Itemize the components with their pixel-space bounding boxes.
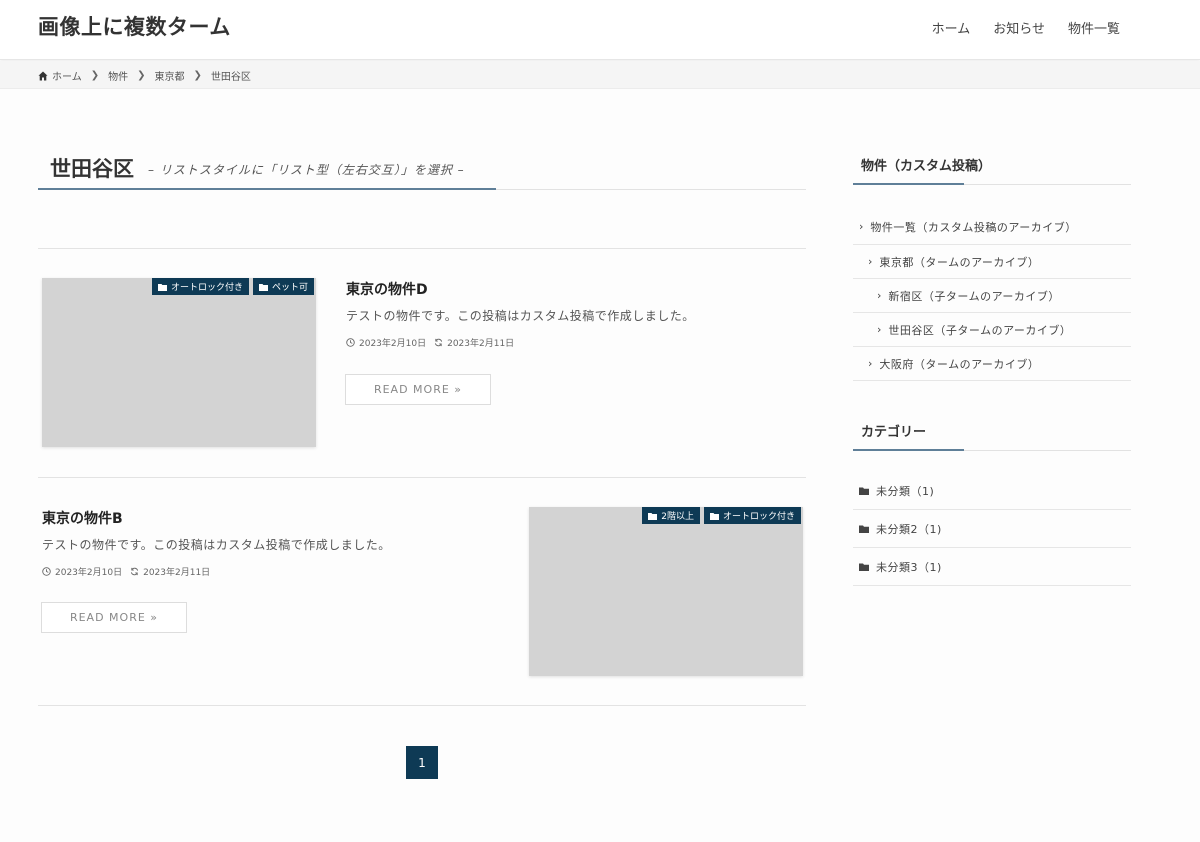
- chevron-right-icon: ›: [868, 357, 873, 370]
- page-subtitle: – リストスタイルに「リスト型（左右交互）」を選択 –: [148, 163, 465, 177]
- page-title: 世田谷区: [50, 157, 134, 181]
- updated-date: 2023年2月11日: [143, 568, 211, 578]
- folder-icon: [157, 283, 167, 291]
- term-tags: オートロック付き ペット可: [151, 278, 314, 295]
- nav-item-news[interactable]: お知らせ: [993, 18, 1045, 37]
- widget-title-properties: 物件（カスタム投稿）: [853, 153, 1131, 185]
- term-tag[interactable]: ペット可: [252, 278, 314, 295]
- sidebar-item-category[interactable]: 未分類3（1): [853, 548, 1131, 586]
- sidebar-item-osaka[interactable]: › 大阪府（タームのアーカイブ）: [853, 347, 1131, 381]
- pagination-current-page[interactable]: 1: [406, 746, 438, 779]
- chevron-right-icon: ❯: [193, 70, 202, 81]
- folder-icon: [859, 525, 869, 533]
- post-title[interactable]: 東京の物件D: [346, 279, 428, 299]
- title-underline: [853, 183, 964, 185]
- updated-date: 2023年2月11日: [447, 339, 515, 349]
- read-more-button[interactable]: READ MORE »: [345, 374, 491, 405]
- post-meta: 2023年2月10日 2023年2月11日: [346, 336, 514, 349]
- term-tag[interactable]: 2階以上: [642, 507, 700, 524]
- post-excerpt: テストの物件です。この投稿はカスタム投稿で作成しました。: [42, 538, 391, 552]
- chevron-right-icon: ›: [859, 220, 864, 233]
- folder-icon: [258, 283, 268, 291]
- folder-icon: [859, 563, 869, 571]
- title-underline: [853, 449, 964, 451]
- chevron-right-icon: ›: [877, 323, 882, 336]
- chevron-right-icon: ›: [868, 255, 873, 268]
- site-title[interactable]: 画像上に複数ターム: [38, 11, 231, 41]
- archive-header: 世田谷区 – リストスタイルに「リスト型（左右交互）」を選択 –: [38, 150, 806, 190]
- global-nav: ホーム お知らせ 物件一覧: [932, 18, 1120, 37]
- breadcrumb-properties[interactable]: 物件: [108, 68, 128, 83]
- chevron-right-icon: ❯: [137, 70, 146, 81]
- folder-icon: [648, 512, 658, 520]
- published-date: 2023年2月10日: [359, 339, 427, 349]
- chevron-right-icon: ›: [877, 289, 882, 302]
- sidebar-item-property-archive[interactable]: › 物件一覧（カスタム投稿のアーカイブ）: [853, 209, 1131, 245]
- post-thumbnail[interactable]: オートロック付き ペット可: [42, 278, 316, 447]
- folder-icon: [859, 487, 869, 495]
- widget-title-categories: カテゴリー: [853, 419, 1131, 451]
- refresh-icon: [435, 338, 443, 347]
- breadcrumb-current: 世田谷区: [210, 72, 251, 83]
- home-icon: [38, 71, 48, 80]
- nav-item-home[interactable]: ホーム: [932, 18, 971, 37]
- sidebar-item-shinjuku[interactable]: › 新宿区（子タームのアーカイブ）: [853, 279, 1131, 313]
- published-date: 2023年2月10日: [55, 568, 123, 578]
- breadcrumb-tokyo[interactable]: 東京都: [154, 68, 184, 83]
- chevron-right-icon: ❯: [90, 70, 100, 81]
- term-tags: 2階以上 オートロック付き: [642, 507, 801, 524]
- post-thumbnail[interactable]: 2階以上 オートロック付き: [529, 507, 803, 676]
- sidebar-item-category[interactable]: 未分類（1): [853, 472, 1131, 510]
- nav-item-properties[interactable]: 物件一覧: [1068, 18, 1120, 37]
- folder-icon: [709, 512, 719, 520]
- refresh-icon: [131, 567, 139, 576]
- sidebar-item-tokyo[interactable]: › 東京都（タームのアーカイブ）: [853, 245, 1131, 279]
- divider: [38, 248, 806, 249]
- term-tag[interactable]: オートロック付き: [151, 278, 249, 295]
- title-underline: [38, 188, 496, 190]
- breadcrumb-home[interactable]: ホーム: [52, 68, 82, 83]
- divider: [38, 477, 806, 478]
- post-meta: 2023年2月10日 2023年2月11日: [42, 565, 210, 578]
- clock-icon: [346, 338, 355, 347]
- sidebar-item-setagaya[interactable]: › 世田谷区（子タームのアーカイブ）: [853, 313, 1131, 347]
- sidebar-item-category[interactable]: 未分類2（1): [853, 510, 1131, 548]
- post-title[interactable]: 東京の物件B: [42, 508, 123, 528]
- site-header: 画像上に複数ターム ホーム お知らせ 物件一覧: [0, 0, 1200, 60]
- breadcrumb: ホーム ❯ 物件 ❯ 東京都 ❯ 世田谷区: [0, 61, 1200, 89]
- read-more-button[interactable]: READ MORE »: [41, 602, 187, 633]
- clock-icon: [42, 567, 51, 576]
- divider: [38, 705, 806, 706]
- post-excerpt: テストの物件です。この投稿はカスタム投稿で作成しました。: [346, 309, 695, 323]
- term-tag[interactable]: オートロック付き: [703, 507, 801, 524]
